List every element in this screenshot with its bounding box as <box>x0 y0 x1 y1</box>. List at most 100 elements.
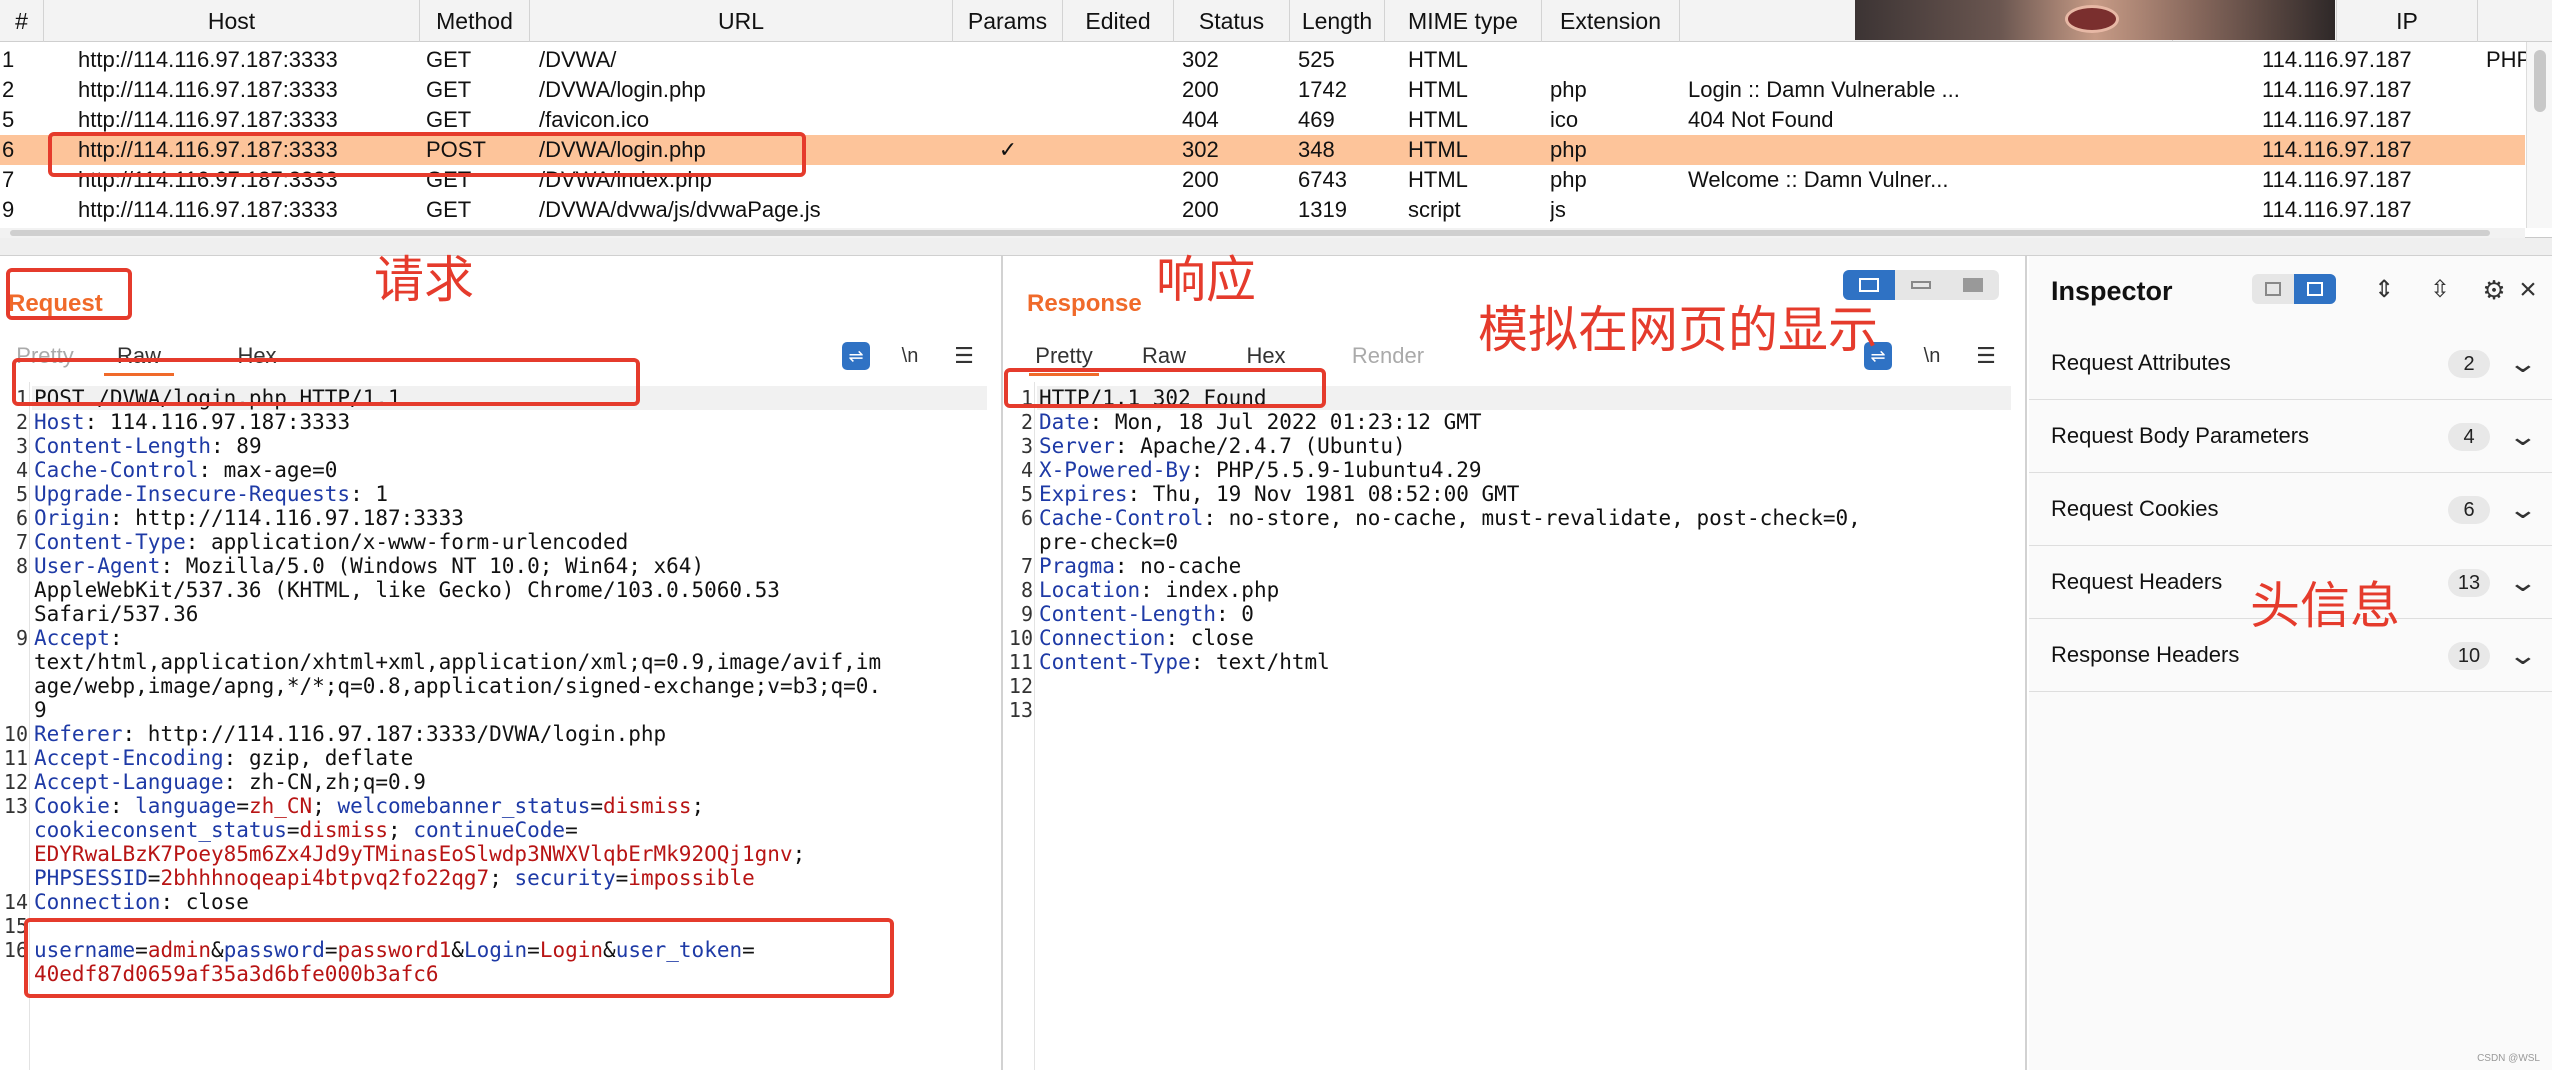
close-icon[interactable]: × <box>2514 275 2542 305</box>
code-text: : 1 <box>350 482 389 506</box>
split-view-icon[interactable] <box>1843 270 1895 300</box>
line-number: 9 <box>1020 602 1033 626</box>
line-number: 12 <box>3 770 28 794</box>
tab-raw[interactable]: Raw <box>104 336 174 376</box>
tab-pretty[interactable]: Pretty <box>1029 336 1099 376</box>
inspector-toolbar: ⇕ ⇳ ⚙ × <box>2252 272 2542 308</box>
table-row[interactable]: 5 http://114.116.97.187:3333 GET/favicon.i… <box>0 105 2525 135</box>
chevron-down-icon[interactable]: ⌄ <box>2508 567 2539 598</box>
code-line: PHPSESSID=2bhhhnoqeapi4btpvq2fo22qg7; se… <box>34 866 755 890</box>
cell-mime: HTML <box>1408 77 1468 102</box>
tab-hex[interactable]: Hex <box>222 336 292 376</box>
newline-toggle[interactable]: \n <box>1918 342 1946 370</box>
stacked-view-icon[interactable] <box>1895 270 1947 300</box>
code-text: : http://114.116.97.187:3333 <box>109 506 464 530</box>
gear-icon[interactable]: ⚙ <box>2480 276 2508 304</box>
line-number: 13 <box>3 794 28 818</box>
header-name: continueCode <box>413 818 566 842</box>
cell-ip: 114.116.97.187 <box>2262 167 2412 192</box>
code-line: Accept-Encoding: gzip, deflate <box>34 746 413 770</box>
header-name: Accept-Language <box>34 770 224 794</box>
line-number: 6 <box>15 506 28 530</box>
chevron-down-icon[interactable]: ⌄ <box>2508 640 2539 671</box>
header-name: Origin <box>34 506 110 530</box>
side-view-icon[interactable] <box>2294 274 2336 304</box>
inspector-layout-toggle[interactable] <box>2252 274 2336 304</box>
code-text: = <box>324 938 338 962</box>
collapse-all-icon[interactable]: ⇳ <box>2426 276 2454 304</box>
header-name: cookieconsent_status <box>34 818 287 842</box>
tab-raw[interactable]: Raw <box>1129 336 1199 376</box>
inspector-section[interactable]: Request Attributes 2 ⌄ <box>2029 328 2552 400</box>
table-row[interactable]: 1 http://114.116.97.187:3333 GET/DVWA/302 5… <box>0 45 2526 75</box>
code-text: : Thu, 19 Nov 1981 08:52:00 GMT <box>1127 482 1520 506</box>
column-header[interactable]: # <box>0 0 44 42</box>
code-line: 40edf87d0659af35a3d6bfe000b3afc6 <box>34 962 439 986</box>
column-header[interactable]: URL <box>530 0 953 42</box>
cell-length: 348 <box>1298 137 1335 162</box>
chevron-down-icon[interactable]: ⌄ <box>2508 421 2539 452</box>
code-text: & <box>603 938 616 962</box>
table-row[interactable]: 7 http://114.116.97.187:3333 GET/DVWA/inde… <box>0 165 2525 195</box>
cell-num: 7 <box>2 167 15 192</box>
table-row[interactable]: 2 http://114.116.97.187:3333 GET/DVWA/logi… <box>0 75 2525 105</box>
code-text: : max-age=0 <box>198 458 338 482</box>
column-header[interactable]: Extension <box>1542 0 1680 42</box>
request-editor[interactable]: 1 POST /DVWA/login.php HTTP/1.1 2 Host: 114… <box>0 382 1001 1070</box>
table-row[interactable]: 9 http://114.116.97.187:3333 GET/DVWA/dvwa… <box>0 195 2525 225</box>
column-header[interactable]: MIME type <box>1385 0 1542 42</box>
code-text: : index.php <box>1140 578 1280 602</box>
column-header[interactable]: IP <box>2337 0 2478 42</box>
column-header[interactable]: Method <box>420 0 530 42</box>
value-token: impossible <box>628 866 755 890</box>
cell-title: Login :: Damn Vulnerable ... <box>1688 77 1960 102</box>
header-name: Accept <box>34 626 110 650</box>
tab-render[interactable]: Render <box>1343 336 1433 376</box>
scrollbar-thumb[interactable] <box>10 230 2490 236</box>
inspector-section[interactable]: Request Cookies 6 ⌄ <box>2029 474 2552 546</box>
layout-toggle[interactable] <box>1843 270 1999 300</box>
response-editor[interactable]: 1 HTTP/1.1 302 Found 2 Date: Mon, 18 Jul 20… <box>1005 382 2025 1070</box>
request-tabs: Pretty Raw Hex ⇌ \n ☰ <box>0 336 1001 376</box>
line-number: 2 <box>1020 410 1033 434</box>
menu-icon[interactable]: ☰ <box>950 342 978 370</box>
code-text: & <box>451 938 464 962</box>
code-text: : application/x-www-form-urlencoded <box>185 530 629 554</box>
column-header[interactable]: Status <box>1174 0 1290 42</box>
code-line: 9 <box>34 698 47 722</box>
line-number: 13 <box>1008 698 1033 722</box>
code-text: : Mozilla/5.0 (Windows NT 10.0; Win64; x… <box>160 554 705 578</box>
response-panel: Response Pretty Raw Hex Render ⇌ \n ☰ 1H… <box>1005 256 2027 1070</box>
chevron-down-icon[interactable]: ⌄ <box>2508 494 2539 525</box>
cell-extra <box>2486 195 2526 225</box>
cell-host: http://114.116.97.187:3333 <box>78 77 338 102</box>
code-text: pre-check=0 <box>1039 530 1179 554</box>
cell-extra <box>2486 105 2526 135</box>
horizontal-scrollbar[interactable] <box>0 228 2525 238</box>
scrollbar-thumb[interactable] <box>2534 50 2546 112</box>
column-header[interactable]: Params <box>953 0 1063 42</box>
inspector-section[interactable]: Request Body Parameters 4 ⌄ <box>2029 401 2552 473</box>
tab-pretty[interactable]: Pretty <box>10 336 80 376</box>
column-header[interactable]: Edited <box>1063 0 1174 42</box>
vertical-scrollbar[interactable] <box>2526 42 2552 228</box>
cell-ext: php <box>1550 167 1587 192</box>
wrap-lines-icon[interactable]: ⇌ <box>842 342 870 370</box>
section-count-badge: 4 <box>2448 423 2490 451</box>
column-header[interactable]: Length <box>1290 0 1385 42</box>
chevron-down-icon[interactable]: ⌄ <box>2508 348 2539 379</box>
column-header[interactable]: Host <box>44 0 420 42</box>
line-number: 4 <box>15 458 28 482</box>
single-view-icon[interactable] <box>1947 270 1999 300</box>
newline-toggle[interactable]: \n <box>896 342 924 370</box>
menu-icon[interactable]: ☰ <box>1972 342 2000 370</box>
code-line: Pragma: no-cache <box>1039 554 1241 578</box>
list-view-icon[interactable] <box>2252 274 2294 304</box>
value-token: dismiss <box>299 818 389 842</box>
cell-url: /DVWA/ <box>539 47 617 72</box>
expand-all-icon[interactable]: ⇕ <box>2370 276 2398 304</box>
table-row[interactable]: 6 http://114.116.97.187:3333 POST/DVWA/log… <box>0 135 2525 165</box>
cell-host: http://114.116.97.187:3333 <box>78 197 338 222</box>
line-number: 5 <box>1020 482 1033 506</box>
tab-hex[interactable]: Hex <box>1231 336 1301 376</box>
